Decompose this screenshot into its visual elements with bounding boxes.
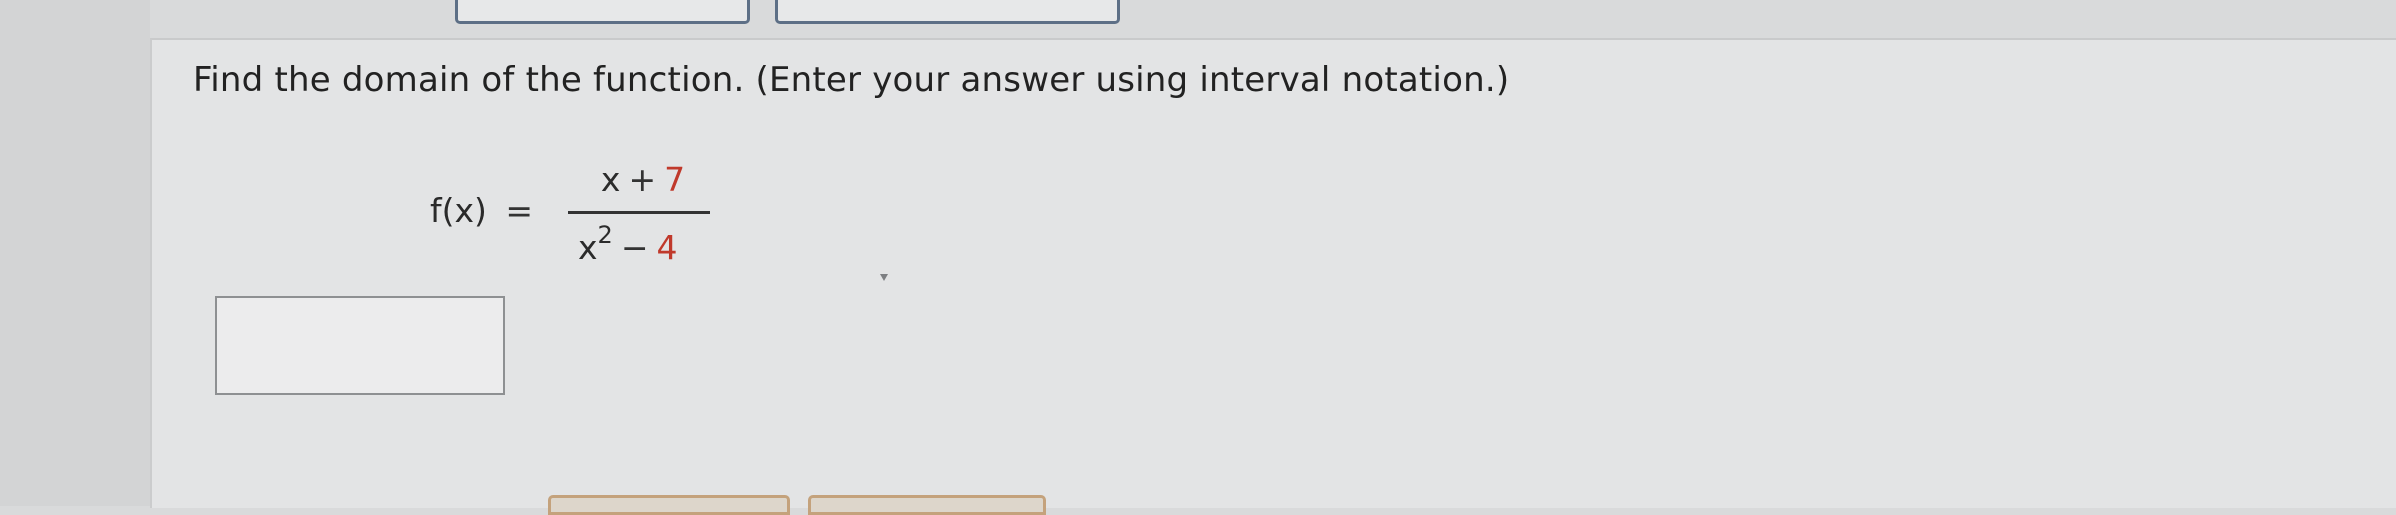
bottom-button-2[interactable]: [808, 495, 1046, 515]
fraction-denominator: x2−4: [578, 221, 678, 267]
denominator-variable: x: [578, 228, 598, 267]
numerator-constant: 7: [664, 160, 686, 199]
answer-input[interactable]: [215, 296, 505, 395]
fraction-bar: [568, 211, 710, 214]
denominator-operator: −: [620, 228, 649, 267]
denominator-exponent: 2: [597, 221, 613, 249]
question-panel: [150, 38, 2396, 508]
bottom-button-1[interactable]: [548, 495, 790, 515]
top-toolbar-button-2[interactable]: [775, 0, 1120, 24]
question-prompt: Find the domain of the function. (Enter …: [193, 60, 1510, 100]
numerator-operator: +: [628, 160, 657, 199]
denominator-constant: 4: [656, 228, 678, 267]
equals-sign: =: [505, 191, 534, 230]
cursor-mark: [880, 274, 888, 281]
function-name: f(x): [430, 191, 487, 230]
top-toolbar-button-1[interactable]: [455, 0, 750, 24]
numerator-variable: x: [600, 160, 621, 199]
left-gutter: [0, 0, 150, 506]
function-lhs: f(x) =: [430, 191, 541, 230]
fraction-numerator: x +7: [582, 160, 704, 199]
